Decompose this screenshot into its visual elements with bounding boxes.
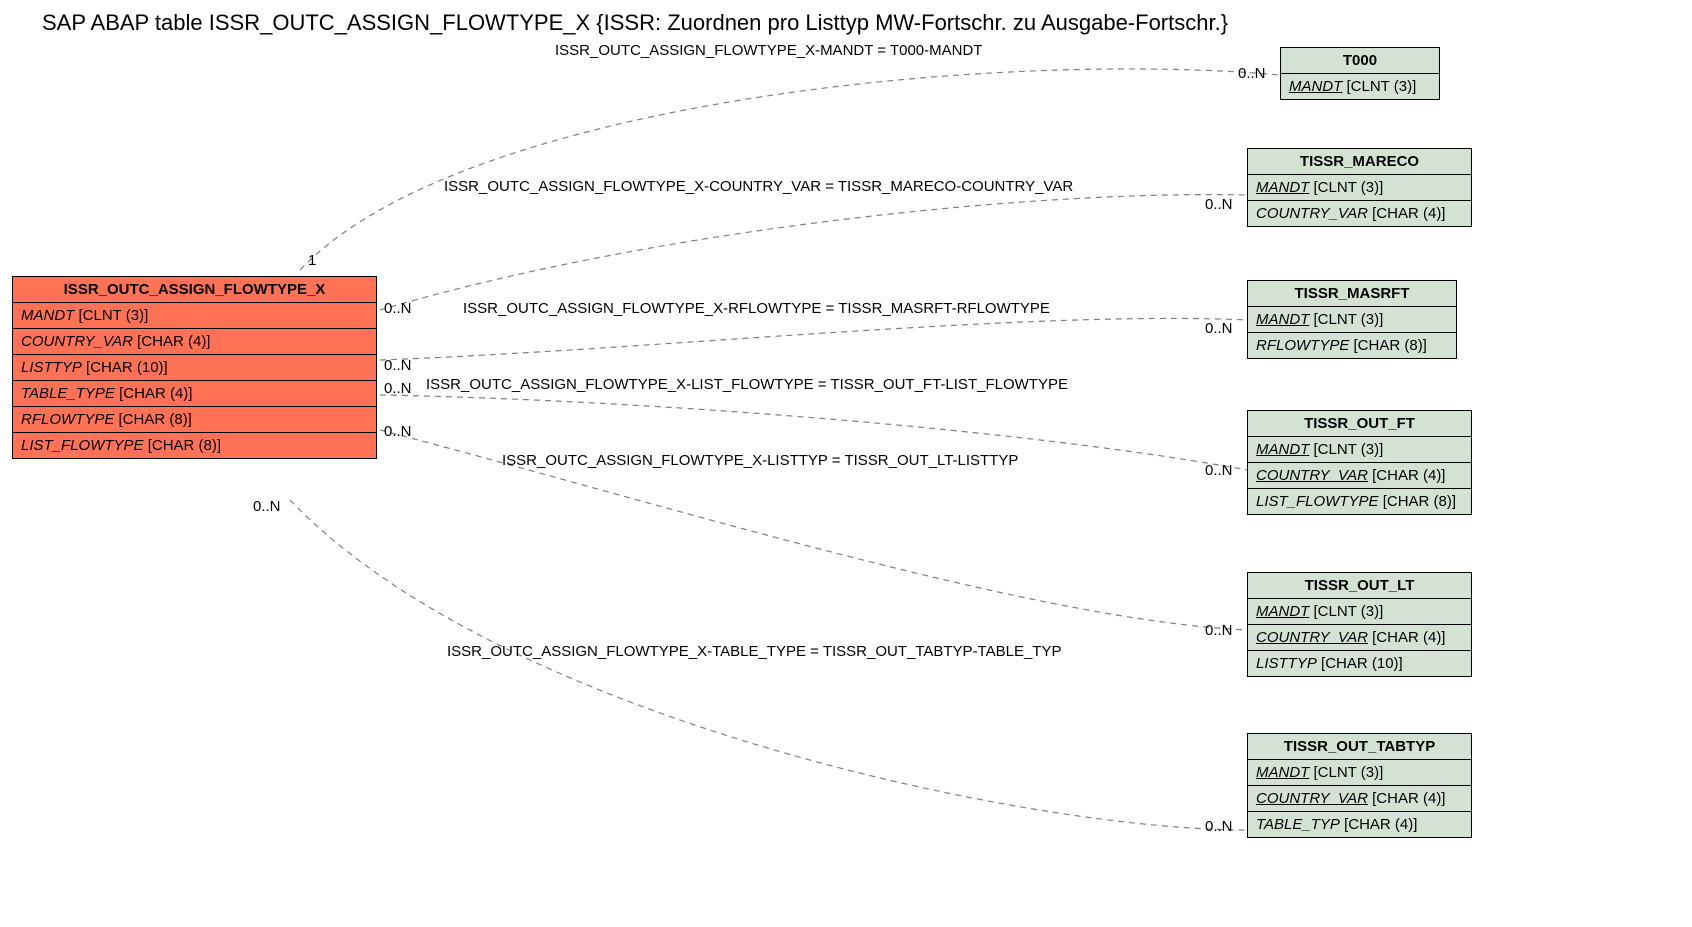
table-row: MANDT [CLNT (3)] [1248, 307, 1456, 333]
cardinality-label: 0..N [384, 423, 412, 440]
cardinality-label: 0..N [384, 300, 412, 317]
ref-table-header: TISSR_MARECO [1248, 149, 1471, 175]
ref-table-mareco: TISSR_MARECO MANDT [CLNT (3)] COUNTRY_VA… [1247, 148, 1472, 227]
cardinality-label: 0..N [384, 380, 412, 397]
table-row: LIST_FLOWTYPE [CHAR (8)] [1248, 489, 1471, 514]
table-row: MANDT [CLNT (3)] [1281, 74, 1439, 99]
cardinality-label: 0..N [1205, 320, 1233, 337]
main-table-header: ISSR_OUTC_ASSIGN_FLOWTYPE_X [13, 277, 376, 303]
cardinality-label: 0..N [253, 498, 281, 515]
table-row: MANDT [CLNT (3)] [1248, 599, 1471, 625]
cardinality-label: 0..N [1238, 65, 1266, 82]
ref-table-masrft: TISSR_MASRFT MANDT [CLNT (3)] RFLOWTYPE … [1247, 280, 1457, 359]
diagram-title: SAP ABAP table ISSR_OUTC_ASSIGN_FLOWTYPE… [42, 10, 1228, 36]
relation-label: ISSR_OUTC_ASSIGN_FLOWTYPE_X-MANDT = T000… [555, 42, 982, 59]
table-row: LISTTYP [CHAR (10)] [13, 355, 376, 381]
ref-table-header: T000 [1281, 48, 1439, 74]
cardinality-label: 0..N [1205, 196, 1233, 213]
ref-table-outft: TISSR_OUT_FT MANDT [CLNT (3)] COUNTRY_VA… [1247, 410, 1472, 515]
cardinality-label: 0..N [1205, 462, 1233, 479]
cardinality-label: 1 [308, 252, 316, 269]
ref-table-outlt: TISSR_OUT_LT MANDT [CLNT (3)] COUNTRY_VA… [1247, 572, 1472, 677]
relation-label: ISSR_OUTC_ASSIGN_FLOWTYPE_X-RFLOWTYPE = … [463, 300, 1050, 317]
table-row: COUNTRY_VAR [CHAR (4)] [1248, 201, 1471, 226]
relation-label: ISSR_OUTC_ASSIGN_FLOWTYPE_X-COUNTRY_VAR … [444, 178, 1073, 195]
relation-label: ISSR_OUTC_ASSIGN_FLOWTYPE_X-LIST_FLOWTYP… [426, 376, 1068, 393]
table-row: RFLOWTYPE [CHAR (8)] [1248, 333, 1456, 358]
main-table: ISSR_OUTC_ASSIGN_FLOWTYPE_X MANDT [CLNT … [12, 276, 377, 459]
ref-table-header: TISSR_OUT_LT [1248, 573, 1471, 599]
table-row: RFLOWTYPE [CHAR (8)] [13, 407, 376, 433]
table-row: TABLE_TYP [CHAR (4)] [1248, 812, 1471, 837]
table-row: MANDT [CLNT (3)] [1248, 437, 1471, 463]
relation-label: ISSR_OUTC_ASSIGN_FLOWTYPE_X-TABLE_TYPE =… [447, 643, 1061, 660]
table-row: COUNTRY_VAR [CHAR (4)] [13, 329, 376, 355]
ref-table-t000: T000 MANDT [CLNT (3)] [1280, 47, 1440, 100]
cardinality-label: 0..N [1205, 622, 1233, 639]
table-row: MANDT [CLNT (3)] [13, 303, 376, 329]
table-row: LIST_FLOWTYPE [CHAR (8)] [13, 433, 376, 458]
table-row: COUNTRY_VAR [CHAR (4)] [1248, 463, 1471, 489]
table-row: MANDT [CLNT (3)] [1248, 760, 1471, 786]
table-row: MANDT [CLNT (3)] [1248, 175, 1471, 201]
table-row: COUNTRY_VAR [CHAR (4)] [1248, 625, 1471, 651]
cardinality-label: 0..N [384, 357, 412, 374]
cardinality-label: 0..N [1205, 818, 1233, 835]
table-row: TABLE_TYPE [CHAR (4)] [13, 381, 376, 407]
ref-table-header: TISSR_OUT_TABTYP [1248, 734, 1471, 760]
ref-table-outtabtyp: TISSR_OUT_TABTYP MANDT [CLNT (3)] COUNTR… [1247, 733, 1472, 838]
table-row: LISTTYP [CHAR (10)] [1248, 651, 1471, 676]
table-row: COUNTRY_VAR [CHAR (4)] [1248, 786, 1471, 812]
ref-table-header: TISSR_MASRFT [1248, 281, 1456, 307]
relation-label: ISSR_OUTC_ASSIGN_FLOWTYPE_X-LISTTYP = TI… [502, 452, 1018, 469]
ref-table-header: TISSR_OUT_FT [1248, 411, 1471, 437]
